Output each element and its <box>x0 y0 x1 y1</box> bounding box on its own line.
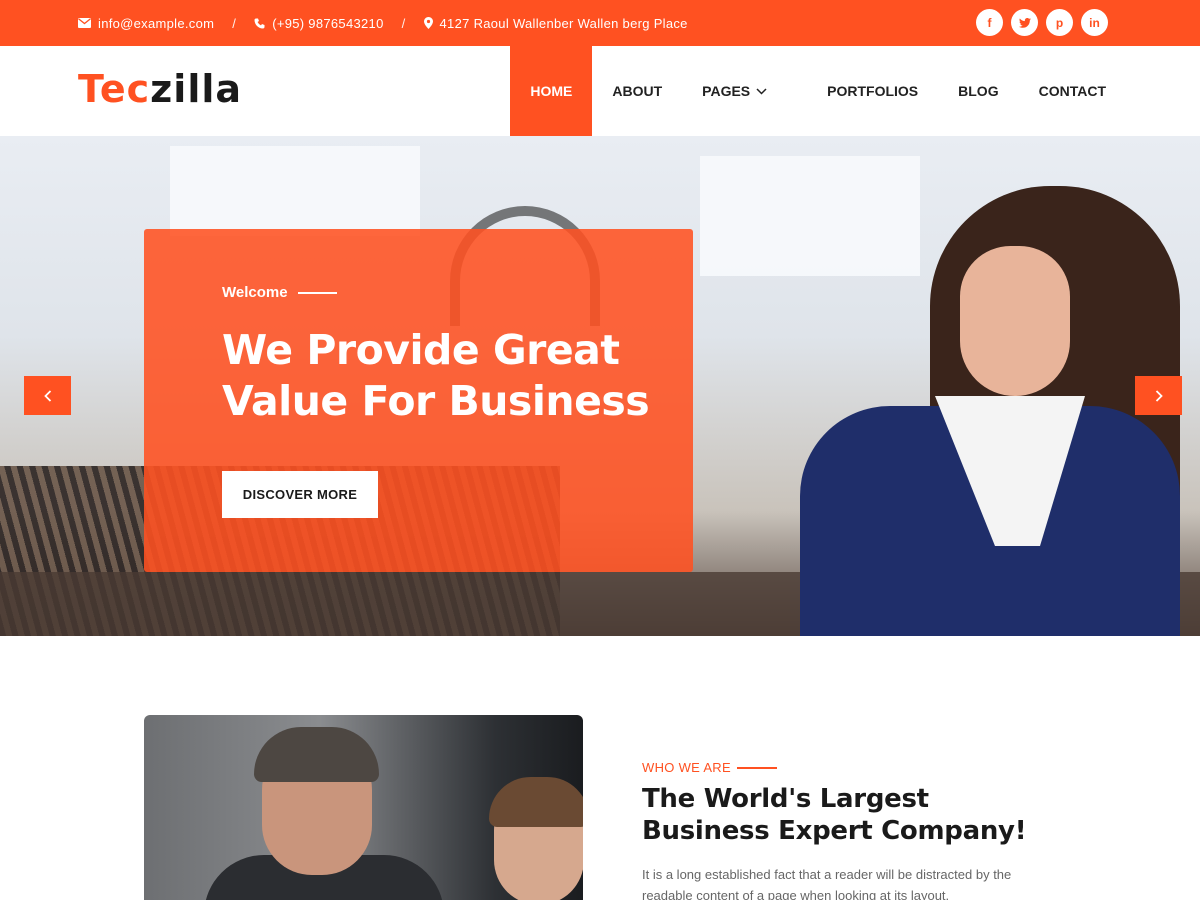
slider-next-button[interactable] <box>1135 376 1182 415</box>
chevron-right-icon <box>1155 389 1163 402</box>
logo-part-accent: Tec <box>78 67 151 111</box>
email-item[interactable]: info@example.com <box>78 16 214 31</box>
slider-prev-button[interactable] <box>24 376 71 415</box>
envelope-icon <box>78 18 91 28</box>
nav-contact[interactable]: CONTACT <box>1019 46 1126 136</box>
main-nav: HOME ABOUT PAGES PORTFOLIOS BLOG CONTACT <box>510 46 1126 136</box>
nav-home[interactable]: HOME <box>510 46 593 136</box>
about-second-man-hair <box>489 777 583 827</box>
background-window <box>170 146 420 236</box>
site-header: Teczilla HOME ABOUT PAGES PORTFOLIOS BLO… <box>0 46 1200 136</box>
nav-about[interactable]: ABOUT <box>592 46 682 136</box>
background-window <box>700 156 920 276</box>
facebook-icon[interactable]: f <box>976 9 1003 36</box>
logo-part-dark: zilla <box>150 67 243 111</box>
hero-woman-face <box>960 246 1070 396</box>
nav-blog[interactable]: BLOG <box>938 46 1018 136</box>
logo[interactable]: Teczilla <box>78 67 242 111</box>
phone-text: (+95) 9876543210 <box>272 15 384 31</box>
hero-welcome: Welcome <box>222 284 337 301</box>
linkedin-icon[interactable]: in <box>1081 9 1108 36</box>
eyebrow-line <box>736 766 777 769</box>
about-description: It is a long established fact that a rea… <box>642 867 1012 900</box>
email-text: info@example.com <box>98 15 215 31</box>
separator: / <box>401 15 406 31</box>
about-eyebrow-text: WHO WE ARE <box>642 760 731 775</box>
about-man-hair <box>254 727 379 782</box>
hero-slider: Welcome We Provide Great Value For Busin… <box>0 136 1200 636</box>
nav-pages[interactable]: PAGES <box>682 46 807 136</box>
hero-welcome-text: Welcome <box>222 284 288 301</box>
hero-card: Welcome We Provide Great Value For Busin… <box>144 229 693 572</box>
about-eyebrow: WHO WE ARE <box>642 760 1062 775</box>
about-title: The World's Largest Business Expert Comp… <box>642 784 1027 846</box>
contact-info: info@example.com / (+95) 9876543210 / 41… <box>78 0 688 46</box>
about-image <box>144 715 583 900</box>
hero-headline: We Provide Great Value For Business <box>222 326 650 425</box>
top-bar: info@example.com / (+95) 9876543210 / 41… <box>0 0 1200 46</box>
social-links: f p in <box>976 9 1108 36</box>
about-section: WHO WE ARE The World's Largest Business … <box>642 760 1062 900</box>
chevron-left-icon <box>43 389 51 402</box>
discover-more-button[interactable]: DISCOVER MORE <box>222 471 378 518</box>
chevron-down-icon <box>756 87 767 95</box>
address-item: 4127 Raoul Wallenber Wallen berg Place <box>423 15 688 31</box>
nav-portfolios[interactable]: PORTFOLIOS <box>807 46 938 136</box>
separator: / <box>232 15 237 31</box>
nav-pages-label: PAGES <box>702 83 751 99</box>
welcome-line <box>297 291 337 294</box>
phone-icon <box>254 18 265 28</box>
phone-item[interactable]: (+95) 9876543210 <box>254 16 383 31</box>
address-text: 4127 Raoul Wallenber Wallen berg Place <box>439 15 688 31</box>
map-pin-icon <box>423 17 433 29</box>
pinterest-icon[interactable]: p <box>1046 9 1073 36</box>
twitter-icon[interactable] <box>1011 9 1038 36</box>
